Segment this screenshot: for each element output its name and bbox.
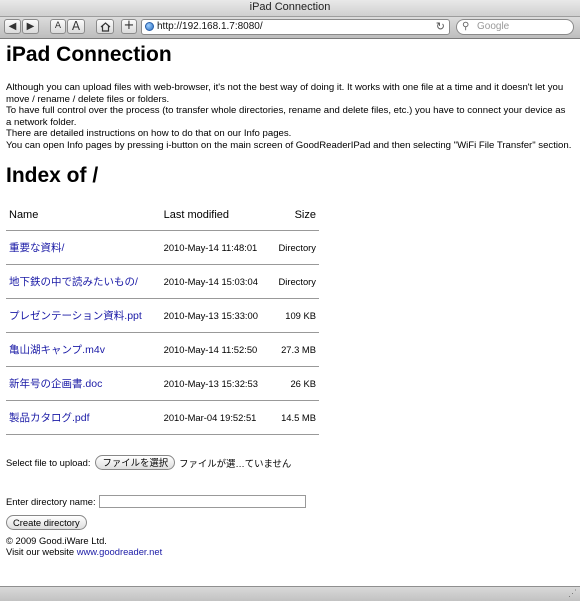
table-row: 新年号の企画書.doc 2010-May-13 15:32:53 26 KB — [6, 366, 319, 401]
back-button[interactable]: ◀ — [4, 19, 21, 34]
file-link[interactable]: 亀山湖キャンプ.m4v — [9, 344, 105, 356]
back-arrow-icon: ◀ — [8, 21, 17, 32]
table-row: プレゼンテーション資料.ppt 2010-May-13 15:33:00 109… — [6, 298, 319, 333]
table-row: 重要な資料/ 2010-May-14 11:48:01 Directory — [6, 230, 319, 265]
file-size: 27.3 MB — [275, 332, 319, 367]
file-size: 26 KB — [275, 366, 319, 401]
upload-status: ファイルが選…ていません — [179, 457, 292, 469]
url-text: http://192.168.1.7:8080/ — [157, 21, 263, 32]
table-row: 製品カタログ.pdf 2010-Mar-04 19:52:51 14.5 MB — [6, 400, 319, 435]
file-link[interactable]: 製品カタログ.pdf — [9, 412, 90, 424]
resize-grip-icon[interactable]: ⋰ — [568, 588, 577, 599]
file-modified: 2010-May-13 15:33:00 — [160, 298, 276, 333]
page-title: iPad Connection — [6, 43, 172, 66]
directory-name-input[interactable] — [98, 495, 306, 508]
intro-text: Although you can upload files with web-b… — [6, 82, 572, 151]
home-icon — [100, 22, 110, 32]
file-link[interactable]: 新年号の企画書.doc — [9, 378, 102, 390]
page-content: iPad Connection Although you can upload … — [0, 39, 580, 586]
header-last-modified[interactable]: Last modified — [160, 199, 276, 231]
choose-file-button[interactable]: ファイルを選択 — [95, 455, 176, 470]
table-row: 亀山湖キャンプ.m4v 2010-May-14 11:52:50 27.3 MB — [6, 332, 319, 367]
directory-label: Enter directory name: — [6, 496, 96, 507]
file-modified: 2010-May-14 11:52:50 — [160, 332, 276, 367]
text-smaller-button[interactable]: A — [50, 19, 66, 34]
directory-row: Enter directory name: — [6, 495, 306, 508]
file-modified: 2010-May-14 11:48:01 — [160, 230, 276, 265]
search-icon: ⚲ — [462, 21, 470, 32]
file-link[interactable]: 地下鉄の中で読みたいもの/ — [9, 276, 138, 288]
text-larger-button[interactable]: A — [67, 19, 85, 34]
upload-row: Select file to upload: ファイルを選択 ファイルが選…てい… — [6, 455, 291, 470]
file-link[interactable]: 重要な資料/ — [9, 242, 64, 254]
window-titlebar: iPad Connection — [0, 0, 580, 17]
visit-text: Visit our website — [6, 546, 77, 557]
file-size: 109 KB — [275, 298, 319, 333]
file-modified: 2010-May-13 15:32:53 — [160, 366, 276, 401]
file-size: Directory — [275, 230, 319, 265]
file-size: Directory — [275, 264, 319, 299]
file-link[interactable]: プレゼンテーション資料.ppt — [9, 310, 142, 322]
search-placeholder: Google — [477, 21, 510, 32]
reload-icon[interactable]: ↻ — [436, 20, 445, 34]
upload-label: Select file to upload: — [6, 457, 91, 468]
index-heading: Index of / — [6, 164, 99, 187]
create-directory-button[interactable]: Create directory — [6, 515, 87, 530]
address-bar[interactable]: http://192.168.1.7:8080/ ↻ — [141, 19, 450, 35]
table-header-row: Name Last modified Size — [6, 199, 319, 231]
add-bookmark-button[interactable]: + — [121, 19, 137, 34]
header-size[interactable]: Size — [275, 199, 319, 231]
table-row: 地下鉄の中で読みたいもの/ 2010-May-14 15:03:04 Direc… — [6, 264, 319, 299]
intro-paragraph: Although you can upload files with web-b… — [6, 82, 564, 105]
forward-button[interactable]: ▶ — [22, 19, 39, 34]
file-modified: 2010-May-14 15:03:04 — [160, 264, 276, 299]
file-modified: 2010-Mar-04 19:52:51 — [160, 400, 276, 435]
copyright-text: © 2009 Good.iWare Ltd. — [6, 535, 107, 546]
forward-arrow-icon: ▶ — [26, 21, 35, 32]
search-field[interactable]: ⚲ Google — [456, 19, 574, 35]
file-table: Name Last modified Size 重要な資料/ 2010-May-… — [6, 199, 319, 435]
status-bar: ⋰ — [0, 586, 580, 601]
file-size: 14.5 MB — [275, 400, 319, 435]
header-name[interactable]: Name — [6, 199, 161, 231]
intro-paragraph: To have full control over the process (t… — [6, 105, 566, 128]
browser-toolbar: ◀ ▶ A A + http://192.168.1.7:8080/ ↻ ⚲ G… — [0, 17, 580, 39]
globe-icon — [145, 22, 154, 31]
footer: © 2009 Good.iWare Ltd. Visit our website… — [6, 535, 162, 557]
home-button[interactable] — [96, 19, 114, 34]
intro-paragraph: You can open Info pages by pressing i-bu… — [6, 139, 572, 151]
window-title: iPad Connection — [249, 1, 331, 13]
website-link[interactable]: www.goodreader.net — [77, 546, 162, 557]
intro-paragraph: There are detailed instructions on how t… — [6, 128, 292, 139]
